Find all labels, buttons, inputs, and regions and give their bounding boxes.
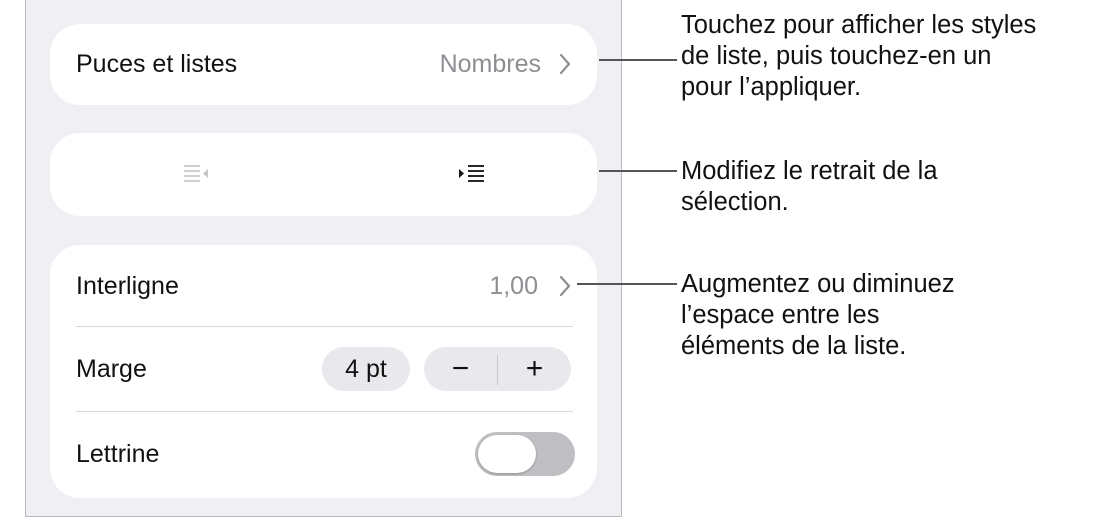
callout-leader-line	[599, 170, 677, 172]
line-spacing-row[interactable]: Interligne 1,00	[50, 245, 597, 327]
chevron-right-icon	[559, 53, 571, 75]
toggle-knob	[478, 435, 536, 473]
line-spacing-value: 1,00	[489, 272, 538, 300]
increase-indent-button[interactable]	[444, 154, 494, 194]
margin-label: Marge	[76, 355, 147, 383]
dropcap-toggle[interactable]	[475, 432, 575, 476]
format-panel: Puces et listes Nombres Interligne 1,00 …	[25, 0, 622, 517]
chevron-right-icon	[559, 275, 571, 297]
margin-stepper: − +	[424, 347, 571, 391]
callout-bullets: Touchez pour afficher les styles de list…	[681, 11, 1037, 101]
bullets-lists-label: Puces et listes	[76, 50, 238, 78]
callout-spacing: Augmentez ou diminuez l’espace entre les…	[681, 270, 955, 360]
line-spacing-label: Interligne	[76, 272, 179, 300]
callout-leader-line	[599, 59, 677, 61]
callout-leader-line	[577, 283, 677, 285]
spacing-card: Interligne 1,00 Marge 4 pt − + Lettrine	[50, 245, 597, 498]
callout-indent: Modifiez le retrait de la sélection.	[681, 157, 938, 216]
indent-card	[50, 133, 597, 216]
dropcap-label: Lettrine	[76, 440, 160, 468]
margin-increase-button[interactable]: +	[498, 347, 571, 391]
margin-row: Marge 4 pt − +	[50, 327, 597, 411]
margin-decrease-button[interactable]: −	[424, 347, 497, 391]
margin-value-field[interactable]: 4 pt	[322, 347, 410, 391]
decrease-indent-button[interactable]	[170, 154, 220, 194]
indent-icon	[459, 165, 484, 182]
outdent-icon	[184, 165, 208, 182]
dropcap-row: Lettrine	[50, 412, 597, 498]
bullets-lists-card[interactable]: Puces et listes Nombres	[50, 24, 597, 105]
bullets-lists-value: Nombres	[439, 50, 541, 78]
